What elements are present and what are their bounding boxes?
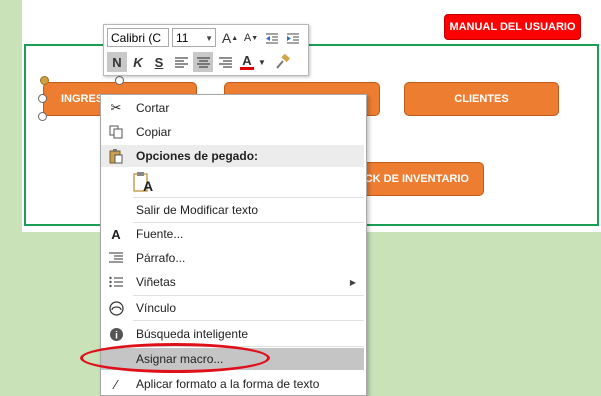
scissors-icon: ✂ [110, 100, 122, 115]
menu-item-font[interactable]: A Fuente... [101, 223, 364, 245]
copy-icon [107, 123, 125, 141]
format-shape-icon: ⁄ [114, 376, 118, 392]
menu-item-label: Búsqueda inteligente [136, 327, 249, 341]
clipboard-icon [107, 147, 125, 165]
font-color-letter: A [242, 53, 252, 68]
menu-item-label: Aplicar formato a la forma de texto [136, 377, 320, 391]
increase-indent-icon[interactable] [283, 28, 303, 48]
menu-separator [133, 197, 364, 198]
menu-separator [133, 295, 364, 296]
font-color-button[interactable]: A [237, 52, 257, 72]
menu-item-bullets[interactable]: Viñetas ▶ [101, 271, 364, 293]
mini-toolbar: Calibri (C 11 ▼ A ▲ A ▼ N K S A ▼ [103, 24, 309, 76]
menu-item-label: Viñetas [136, 275, 176, 289]
format-painter-icon[interactable] [272, 52, 292, 72]
menu-item-format-shape[interactable]: ⁄ Aplicar formato a la forma de texto [101, 373, 364, 395]
align-left-icon[interactable] [171, 52, 191, 72]
grow-font-icon[interactable]: A ▲ [220, 28, 240, 48]
menu-item-label: Opciones de pegado: [136, 149, 259, 163]
menu-item-smart-lookup[interactable]: i Búsqueda inteligente [101, 323, 364, 345]
font-size-value: 11 [176, 31, 189, 45]
svg-text:i: i [115, 330, 118, 341]
paste-glyph: A [143, 178, 153, 193]
menu-item-copy[interactable]: Copiar [101, 121, 364, 143]
menu-item-label: Cortar [136, 101, 170, 115]
strikethrough-button[interactable]: S [149, 52, 169, 72]
menu-item-link[interactable]: Vínculo [101, 297, 364, 319]
resize-handle-left[interactable] [38, 94, 47, 103]
manual-del-usuario-button[interactable]: MANUAL DEL USUARIO [444, 14, 581, 40]
shrink-font-icon[interactable]: A ▼ [241, 28, 261, 48]
font-size-select[interactable]: 11 ▼ [172, 28, 216, 47]
align-center-icon[interactable] [193, 52, 213, 72]
menu-separator [133, 320, 364, 321]
bold-button[interactable]: N [107, 52, 127, 72]
clientes-button[interactable]: CLIENTES [404, 82, 559, 116]
menu-item-cut[interactable]: ✂ Cortar [101, 97, 364, 119]
paragraph-icon [107, 249, 125, 267]
font-color-bar [240, 67, 254, 70]
paste-keep-text-only-button[interactable]: A [132, 171, 154, 194]
chevron-down-icon: ▼ [205, 34, 213, 43]
chevron-down-icon[interactable]: ▼ [257, 52, 267, 72]
bullets-icon [107, 273, 125, 291]
italic-button[interactable]: K [128, 52, 148, 72]
annotation-ellipse [80, 343, 270, 373]
font-name-select[interactable]: Calibri (C [107, 28, 169, 47]
resize-handle-bottom-left[interactable] [38, 112, 47, 121]
resize-handle-top[interactable] [115, 76, 124, 85]
font-icon: A [111, 226, 121, 242]
smart-lookup-icon: i [107, 325, 125, 343]
menu-item-label: Fuente... [136, 227, 184, 241]
menu-item-label: Párrafo... [136, 251, 186, 265]
paste-options-header: Opciones de pegado: [101, 145, 364, 167]
rotate-handle[interactable] [40, 76, 49, 85]
align-right-icon[interactable] [215, 52, 235, 72]
decrease-indent-icon[interactable] [262, 28, 282, 48]
menu-item-label: Vínculo [136, 301, 177, 315]
link-icon [107, 299, 125, 317]
font-name-value: Calibri (C [111, 31, 162, 45]
menu-item-label: Copiar [136, 125, 172, 139]
menu-item-label: Salir de Modificar texto [136, 203, 259, 217]
menu-item-paragraph[interactable]: Párrafo... [101, 247, 364, 269]
menu-item-exit-edit-text[interactable]: Salir de Modificar texto [101, 199, 364, 221]
chevron-right-icon: ▶ [349, 277, 356, 287]
